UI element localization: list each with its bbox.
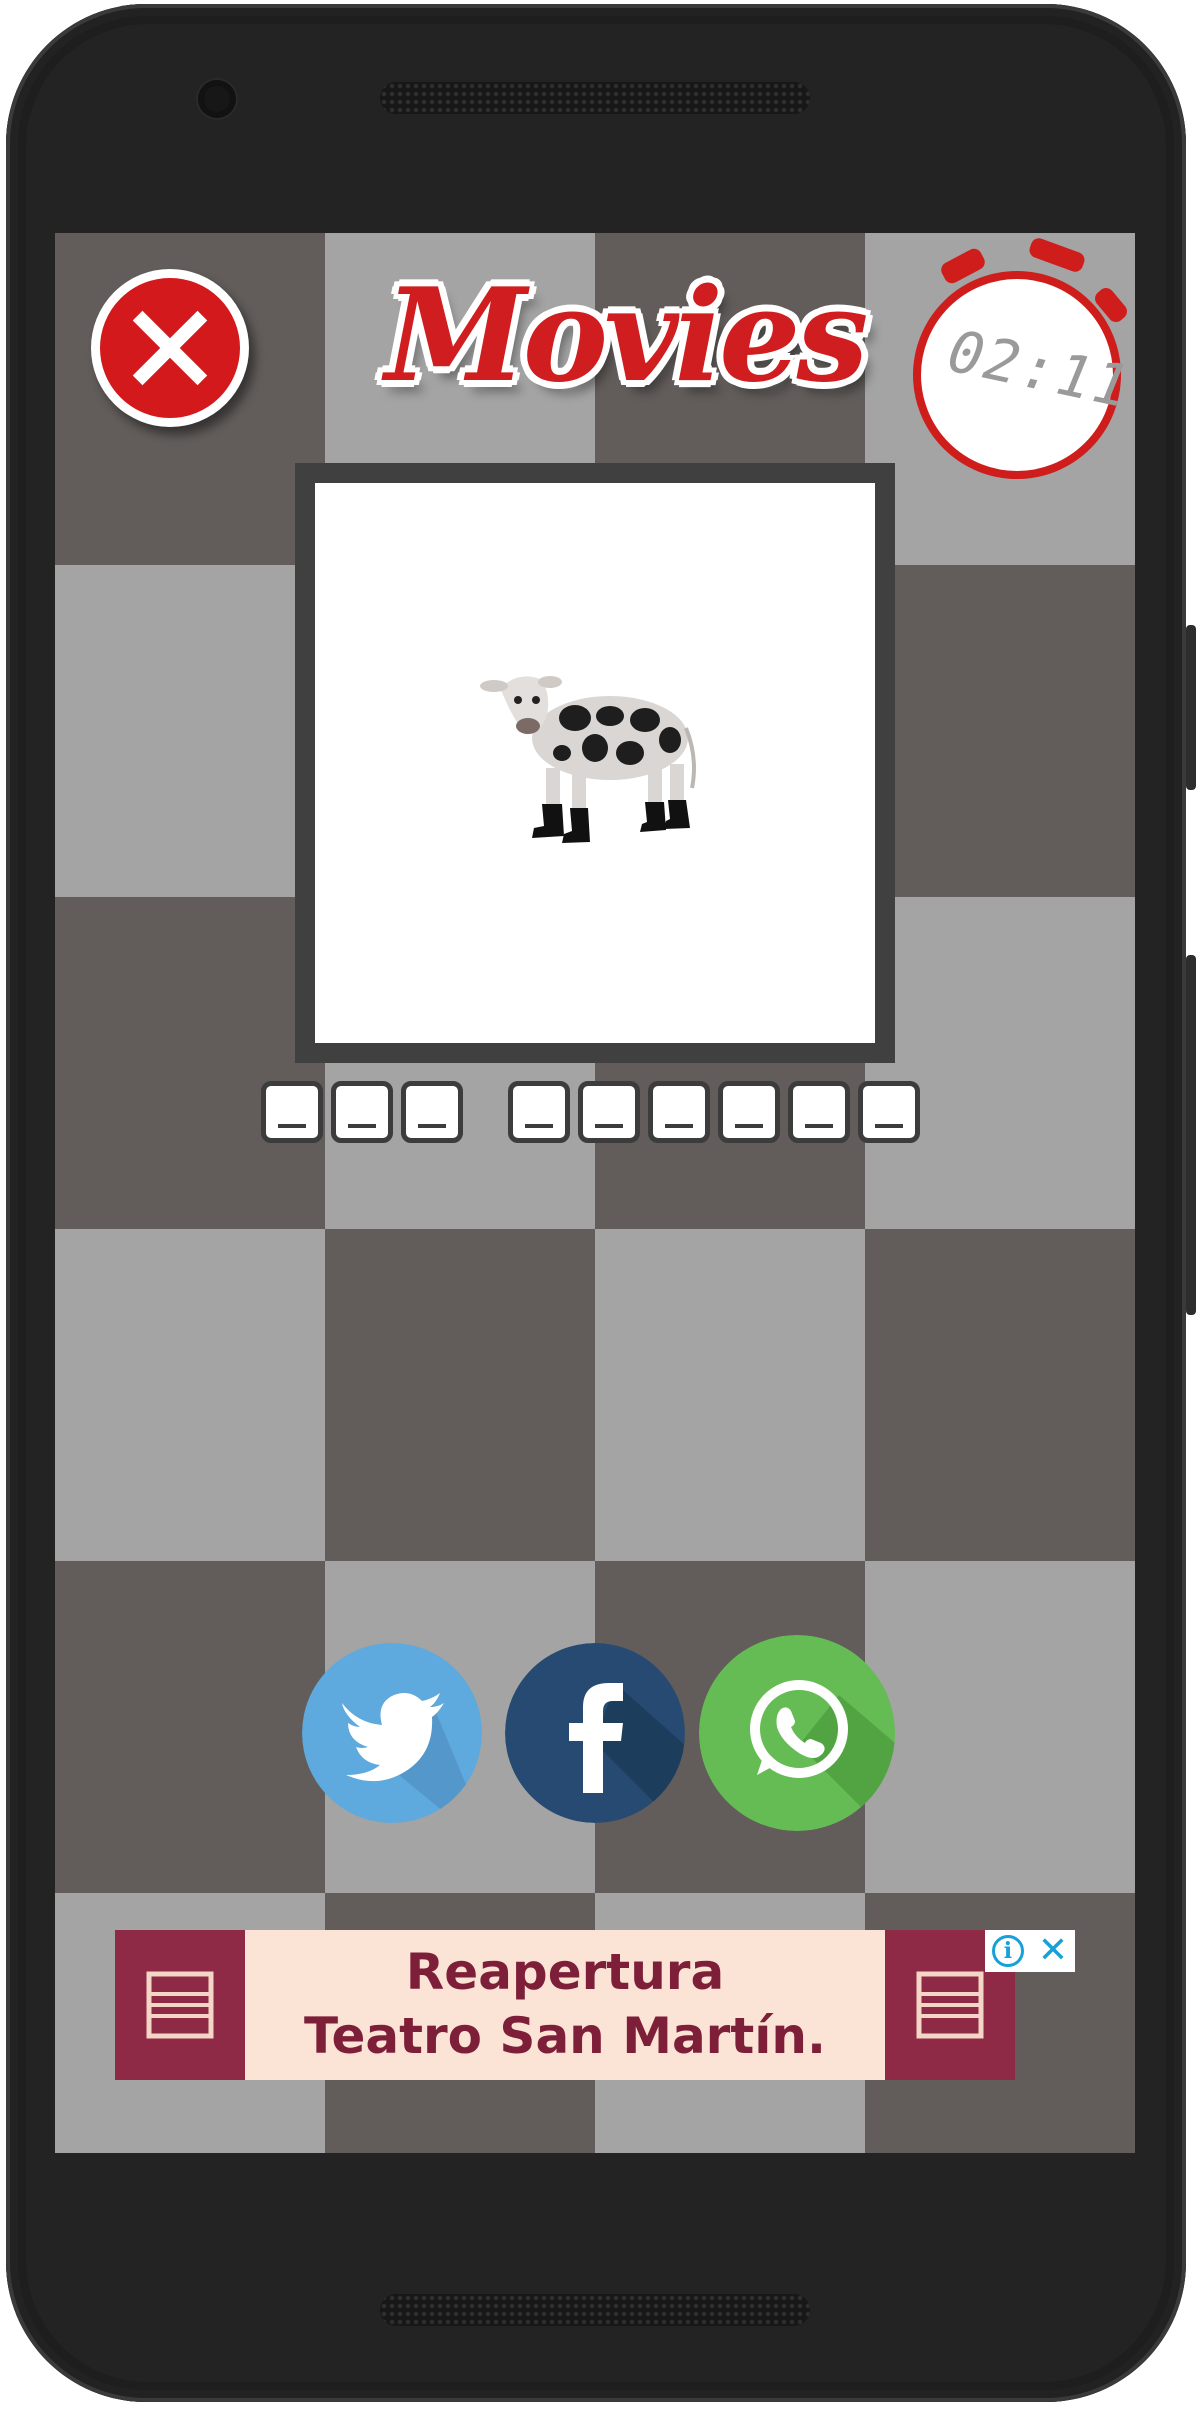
category-title: Movies [385, 261, 869, 411]
ad-logo-icon [916, 1971, 984, 2039]
letter-slot[interactable] [508, 1081, 570, 1143]
board-tile [55, 565, 325, 897]
ad-close-icon[interactable]: ✕ [1038, 1933, 1068, 1969]
facebook-icon [505, 1643, 685, 1823]
ad-choices: i ✕ [985, 1930, 1075, 1972]
close-icon [132, 310, 208, 386]
board-tile [595, 1229, 865, 1561]
board-tile [55, 1561, 325, 1893]
board-tile [55, 1229, 325, 1561]
board-tile [325, 1229, 595, 1561]
letter-slot[interactable] [648, 1081, 710, 1143]
letter-slot[interactable] [788, 1081, 850, 1143]
whatsapp-icon [699, 1635, 895, 1831]
board-tile [55, 897, 325, 1229]
letter-slot[interactable] [578, 1081, 640, 1143]
whatsapp-share-button[interactable] [699, 1635, 895, 1831]
letter-slot[interactable] [401, 1081, 463, 1143]
puzzle-image-frame [295, 463, 895, 1063]
close-button[interactable] [91, 269, 249, 427]
board-tile [865, 565, 1135, 897]
power-button [1186, 955, 1196, 1315]
ad-banner[interactable]: Reapertura Teatro San Martín. [115, 1930, 1015, 2080]
ad-line-2: Teatro San Martín. [304, 2007, 826, 2065]
front-camera [198, 80, 236, 118]
letter-slot[interactable] [331, 1081, 393, 1143]
answer-word-2 [508, 1081, 920, 1143]
puzzle-image [315, 483, 875, 1043]
letter-slot[interactable] [261, 1081, 323, 1143]
board-tile [865, 897, 1135, 1229]
bottom-speaker [380, 2294, 810, 2326]
ad-info-icon[interactable]: i [991, 1935, 1024, 1967]
board-tile [865, 1561, 1135, 1893]
cow-image [480, 676, 696, 843]
ad-line-1: Reapertura [405, 1943, 725, 2001]
answer-word-1 [261, 1081, 463, 1143]
ad-logo-left [115, 1930, 245, 2080]
facebook-share-button[interactable] [505, 1643, 685, 1823]
game-screen: Movies 02:11 [55, 233, 1135, 2153]
twitter-icon [302, 1643, 482, 1823]
letter-slot[interactable] [718, 1081, 780, 1143]
stopwatch-timer: 02:11 [905, 236, 1135, 479]
volume-button [1186, 625, 1196, 790]
letter-slot[interactable] [858, 1081, 920, 1143]
twitter-share-button[interactable] [302, 1643, 482, 1823]
earpiece-speaker [380, 82, 810, 114]
ad-logo-icon [146, 1971, 214, 2039]
board-tile [865, 1229, 1135, 1561]
ad-text: Reapertura Teatro San Martín. [245, 1930, 885, 2080]
